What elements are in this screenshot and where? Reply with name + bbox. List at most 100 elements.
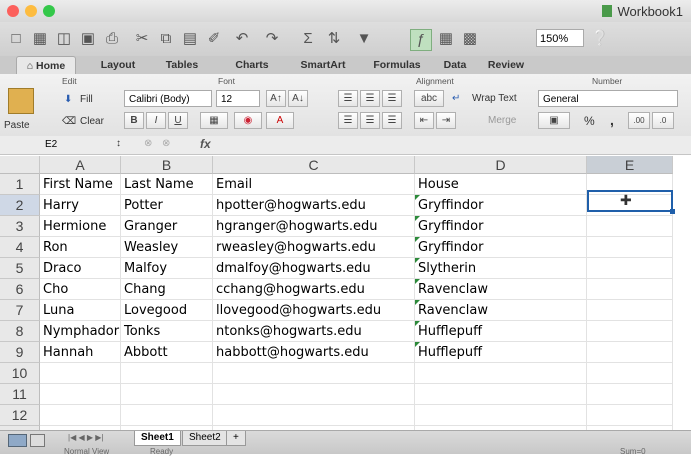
bold-button[interactable]: B [124,112,144,129]
cell-e11[interactable] [587,384,673,405]
align-bottom-icon[interactable]: ☰ [382,90,402,107]
row-header-2[interactable]: 2 [0,195,40,216]
increase-indent-icon[interactable]: ⇥ [436,112,456,129]
cell-a3[interactable]: Hermione [40,216,121,237]
cell-d8[interactable]: Hufflepuff [415,321,587,342]
cell-a4[interactable]: Ron [40,237,121,258]
align-left-icon[interactable]: ☰ [338,112,358,129]
cell-c3[interactable]: hgranger@hogwarts.edu [213,216,415,237]
gallery-icon[interactable]: ▩ [460,29,480,49]
sheet-tab-sheet2[interactable]: Sheet2 [182,431,228,446]
cell-c11[interactable] [213,384,415,405]
fill-button[interactable]: Fill [80,94,93,105]
cell-d2[interactable]: Gryffindor [415,195,587,216]
autosum-icon[interactable]: Σ [298,29,318,49]
wrap-text-button[interactable]: Wrap Text [472,93,517,104]
paste-button[interactable]: Paste [4,120,30,131]
close-window-button[interactable] [7,5,19,17]
row-header-7[interactable]: 7 [0,300,40,321]
decrease-decimal-icon[interactable]: .0 [652,112,674,129]
cell-d1[interactable]: House [415,174,587,195]
cell-a12[interactable] [40,405,121,426]
row-header-8[interactable]: 8 [0,321,40,342]
cut-icon[interactable]: ✂ [132,29,152,49]
sheet-tab-sheet1[interactable]: Sheet1 [134,431,181,446]
merge-button[interactable]: Merge [488,115,516,126]
cell-a7[interactable]: Luna [40,300,121,321]
increase-decimal-icon[interactable]: .00 [628,112,650,129]
cell-b3[interactable]: Granger [121,216,213,237]
cell-c8[interactable]: ntonks@hogwarts.edu [213,321,415,342]
row-header-6[interactable]: 6 [0,279,40,300]
cell-a10[interactable] [40,363,121,384]
insert-function-icon[interactable]: fx [200,137,211,151]
borders-icon[interactable]: ▦ [200,112,228,129]
cell-a8[interactable]: Nymphadora [40,321,121,342]
print-icon[interactable]: ⎙ [102,29,122,49]
cell-d6[interactable]: Ravenclaw [415,279,587,300]
cell-d7[interactable]: Ravenclaw [415,300,587,321]
column-header-b[interactable]: B [121,156,213,174]
minimize-window-button[interactable] [25,5,37,17]
cell-b5[interactable]: Malfoy [121,258,213,279]
undo-icon[interactable]: ↶ [232,29,252,49]
cell-b12[interactable] [121,405,213,426]
cell-b8[interactable]: Tonks [121,321,213,342]
cell-e8[interactable] [587,321,673,342]
number-format-select[interactable]: General [538,90,678,107]
cell-b2[interactable]: Potter [121,195,213,216]
font-size-select[interactable]: 12 [216,90,260,107]
redo-icon[interactable]: ↷ [262,29,282,49]
clear-button[interactable]: Clear [80,116,104,127]
confirm-entry-icon[interactable]: ⊗ [162,138,170,149]
add-sheet-icon[interactable]: + [226,431,246,446]
fill-color-icon[interactable]: ◉ [234,112,262,129]
normal-view-icon[interactable] [8,434,27,447]
font-color-icon[interactable]: A [266,112,294,129]
cell-e10[interactable] [587,363,673,384]
cell-d4[interactable]: Gryffindor [415,237,587,258]
align-middle-icon[interactable]: ☰ [360,90,380,107]
cell-c7[interactable]: llovegood@hogwarts.edu [213,300,415,321]
cell-d10[interactable] [415,363,587,384]
currency-format-icon[interactable]: ▣ [538,112,570,129]
row-header-10[interactable]: 10 [0,363,40,384]
paste-toolbar-icon[interactable]: ▤ [180,29,200,49]
align-center-icon[interactable]: ☰ [360,112,380,129]
copy-icon[interactable]: ⧉ [156,29,176,49]
tab-smartart[interactable]: SmartArt [290,56,356,74]
cell-e9[interactable] [587,342,673,363]
cell-e7[interactable] [587,300,673,321]
name-box-stepper-icon[interactable]: ↕ [116,138,121,149]
cell-a6[interactable]: Cho [40,279,121,300]
cell-a5[interactable]: Draco [40,258,121,279]
cell-a11[interactable] [40,384,121,405]
tab-charts[interactable]: Charts [226,56,278,74]
cell-a2[interactable]: Harry [40,195,121,216]
cell-d3[interactable]: Gryffindor [415,216,587,237]
cell-d9[interactable]: Hufflepuff [415,342,587,363]
toolbox-icon[interactable]: ▦ [436,29,456,49]
column-header-e[interactable]: E [587,156,673,174]
grow-font-icon[interactable]: A↑ [266,90,286,107]
column-header-a[interactable]: A [40,156,121,174]
tab-formulas[interactable]: Formulas [362,56,432,74]
cell-b6[interactable]: Chang [121,279,213,300]
sheet-nav-arrows-icon[interactable]: |◀ ◀ ▶ ▶| [68,433,103,442]
select-all-corner[interactable] [0,156,40,174]
cell-d12[interactable] [415,405,587,426]
tab-data[interactable]: Data [435,56,475,74]
name-box[interactable]: E2 [45,137,57,153]
cell-e6[interactable] [587,279,673,300]
column-header-c[interactable]: C [213,156,415,174]
page-layout-view-icon[interactable] [30,434,45,447]
cell-b1[interactable]: Last Name [121,174,213,195]
tab-tables[interactable]: Tables [156,56,208,74]
row-header-12[interactable]: 12 [0,405,40,426]
sort-icon[interactable]: ⇅ [324,29,344,49]
cell-d5[interactable]: Slytherin [415,258,587,279]
templates-icon[interactable]: ▦ [30,29,50,49]
cell-c4[interactable]: rweasley@hogwarts.edu [213,237,415,258]
cell-c5[interactable]: dmalfoy@hogwarts.edu [213,258,415,279]
underline-button[interactable]: U [168,112,188,129]
